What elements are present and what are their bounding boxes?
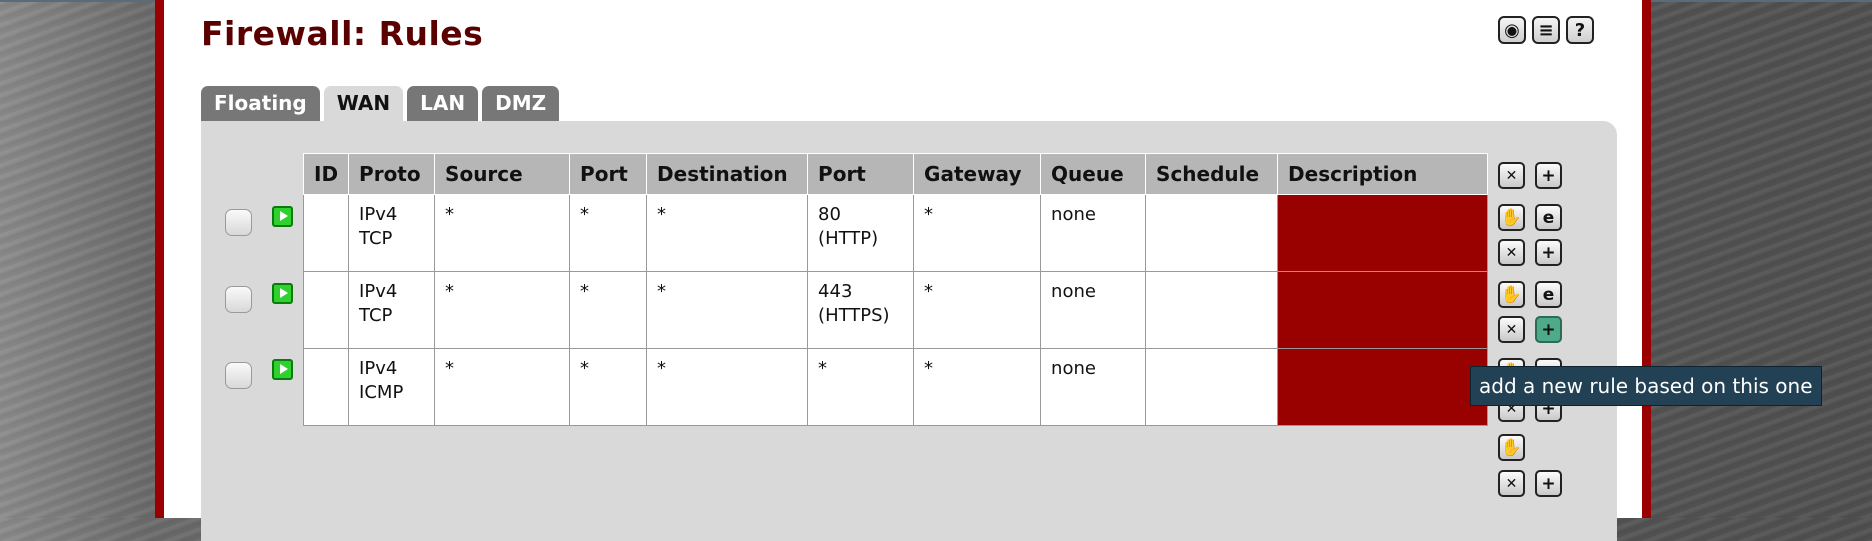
- rule-description: [1277, 271, 1489, 349]
- pass-icon[interactable]: [272, 283, 293, 304]
- rule-source-port: *: [569, 271, 648, 349]
- port-number: 80: [818, 204, 841, 225]
- rule-dest-port: *: [807, 348, 915, 426]
- copy-rule-icon[interactable]: +: [1535, 316, 1562, 343]
- column-header: Source: [434, 153, 571, 195]
- proto-family: IPv4: [359, 204, 398, 225]
- rule-select-checkbox[interactable]: [225, 286, 252, 313]
- table-row[interactable]: IPv4 TCP * * * 443 (HTTPS) * none: [302, 271, 1489, 349]
- header-icons: ◉ ≡ ?: [1498, 16, 1594, 44]
- delete-selected-icon[interactable]: ✕: [1498, 162, 1525, 189]
- rule-description: [1277, 348, 1489, 426]
- rule-schedule: [1145, 348, 1279, 426]
- proto-name: TCP: [359, 305, 393, 326]
- column-header: Destination: [646, 153, 809, 195]
- rule-id: [302, 194, 350, 272]
- proto-name: TCP: [359, 228, 393, 249]
- delete-selected-icon[interactable]: ✕: [1498, 470, 1525, 497]
- move-rule-icon[interactable]: ✋: [1498, 204, 1525, 231]
- rule-queue: none: [1040, 271, 1147, 349]
- rule-source: *: [434, 194, 571, 272]
- table-row[interactable]: IPv4 ICMP * * * * * none: [302, 348, 1489, 426]
- rule-destination: *: [646, 348, 809, 426]
- port-number: *: [818, 358, 828, 379]
- log-icon[interactable]: ≡: [1532, 16, 1560, 44]
- column-header: Schedule: [1145, 153, 1279, 195]
- port-service: (HTTPS): [818, 305, 890, 326]
- add-rule-icon[interactable]: +: [1535, 470, 1562, 497]
- rule-schedule: [1145, 194, 1279, 272]
- rule-proto: IPv4 ICMP: [348, 348, 436, 426]
- rule-destination: *: [646, 194, 809, 272]
- tab-wan[interactable]: WAN: [323, 86, 404, 123]
- tab-floating[interactable]: Floating: [201, 86, 320, 121]
- column-header: ID: [302, 153, 350, 195]
- rule-dest-port: 80 (HTTP): [807, 194, 915, 272]
- tooltip: add a new rule based on this one: [1470, 366, 1822, 406]
- help-icon[interactable]: ?: [1566, 16, 1594, 44]
- rule-select-checkbox[interactable]: [225, 209, 252, 236]
- port-number: 443: [818, 281, 853, 302]
- port-service: (HTTP): [818, 228, 879, 249]
- edit-rule-icon[interactable]: e: [1535, 281, 1562, 308]
- pass-icon[interactable]: [272, 359, 293, 380]
- column-header: Proto: [348, 153, 436, 195]
- rule-gateway: *: [913, 348, 1042, 426]
- column-header: Gateway: [913, 153, 1042, 195]
- rule-id: [302, 271, 350, 349]
- tab-dmz[interactable]: DMZ: [482, 86, 560, 121]
- column-header: Description: [1277, 153, 1489, 195]
- rule-description: [1277, 194, 1489, 272]
- rule-gateway: *: [913, 271, 1042, 349]
- edit-rule-icon[interactable]: e: [1535, 204, 1562, 231]
- rule-queue: none: [1040, 194, 1147, 272]
- column-header: Queue: [1040, 153, 1147, 195]
- rule-dest-port: 443 (HTTPS): [807, 271, 915, 349]
- delete-rule-icon[interactable]: ✕: [1498, 239, 1525, 266]
- tab-lan[interactable]: LAN: [407, 86, 479, 121]
- move-rule-icon[interactable]: ✋: [1498, 434, 1525, 461]
- rule-select-checkbox[interactable]: [225, 362, 252, 389]
- rule-proto: IPv4 TCP: [348, 194, 436, 272]
- proto-family: IPv4: [359, 358, 398, 379]
- rule-proto: IPv4 TCP: [348, 271, 436, 349]
- proto-name: ICMP: [359, 382, 404, 403]
- table-header-row: ID Proto Source Port Destination Port Ga…: [302, 153, 1489, 195]
- rules-table: ID Proto Source Port Destination Port Ga…: [302, 153, 1489, 426]
- proto-family: IPv4: [359, 281, 398, 302]
- rule-queue: none: [1040, 348, 1147, 426]
- rule-source: *: [434, 271, 571, 349]
- settings-icon[interactable]: ◉: [1498, 16, 1526, 44]
- column-header: Port: [569, 153, 648, 195]
- pass-icon[interactable]: [272, 206, 293, 227]
- rule-source: *: [434, 348, 571, 426]
- table-row[interactable]: IPv4 TCP * * * 80 (HTTP) * none: [302, 194, 1489, 272]
- rule-gateway: *: [913, 194, 1042, 272]
- add-rule-icon[interactable]: +: [1535, 162, 1562, 189]
- page-title: Firewall: Rules: [201, 14, 484, 53]
- rule-id: [302, 348, 350, 426]
- column-header: Port: [807, 153, 915, 195]
- move-rule-icon[interactable]: ✋: [1498, 281, 1525, 308]
- rule-source-port: *: [569, 348, 648, 426]
- copy-rule-icon[interactable]: +: [1535, 239, 1562, 266]
- delete-rule-icon[interactable]: ✕: [1498, 316, 1525, 343]
- rule-destination: *: [646, 271, 809, 349]
- rule-schedule: [1145, 271, 1279, 349]
- rule-source-port: *: [569, 194, 648, 272]
- interface-tabs: Floating WAN LAN DMZ: [201, 86, 560, 123]
